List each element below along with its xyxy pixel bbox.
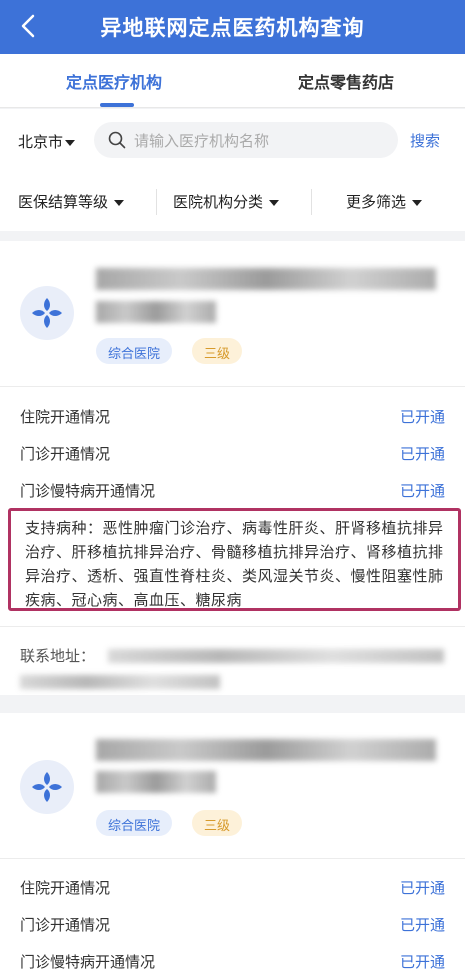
hospital-logo-icon xyxy=(20,760,74,814)
inpatient-status-value: 已开通 xyxy=(399,408,445,426)
inpatient-status-label: 住院开通情况 xyxy=(20,879,111,897)
filter-divider xyxy=(311,189,312,215)
search-icon xyxy=(108,131,126,149)
search-placeholder: 请输入医疗机构名称 xyxy=(134,132,270,150)
filter-settlement-level[interactable]: 医保结算等级 xyxy=(18,191,125,212)
institution-name-redacted xyxy=(96,739,436,761)
supported-diseases-highlight: 支持病种：恶性肿瘤门诊治疗、病毒性肝炎、肝肾移植抗排异治疗、肝移植抗排异治疗、骨… xyxy=(8,508,461,611)
filter-bar: 医保结算等级 医院机构分类 更多筛选 xyxy=(0,173,465,231)
address-redacted xyxy=(20,675,220,689)
institution-card[interactable]: 综合医院 三级 住院开通情况 已开通 门诊开通情况 已开通 门诊慢特病开通情况 … xyxy=(0,241,465,695)
app-header: 异地联网定点医药机构查询 xyxy=(0,0,465,54)
institution-name-redacted xyxy=(96,301,216,323)
tab-retail-pharmacies[interactable]: 定点零售药店 xyxy=(298,69,394,93)
address-redacted xyxy=(108,649,444,663)
card-divider xyxy=(0,626,465,627)
outpatient-status-label: 门诊开通情况 xyxy=(20,916,111,934)
page-title: 异地联网定点医药机构查询 xyxy=(100,15,365,40)
active-tab-indicator xyxy=(100,103,134,107)
hospital-type-tag: 综合医院 xyxy=(96,810,173,836)
caret-down-icon xyxy=(269,200,280,206)
hospital-type-tag: 综合医院 xyxy=(96,338,173,364)
filter-label: 医保结算等级 xyxy=(18,193,109,211)
chronic-disease-status-value: 已开通 xyxy=(399,953,445,971)
card-divider xyxy=(0,858,465,859)
outpatient-status-label: 门诊开通情况 xyxy=(20,445,111,463)
city-selector[interactable]: 北京市 xyxy=(18,131,76,152)
caret-down-icon xyxy=(65,140,76,146)
chronic-disease-status-value: 已开通 xyxy=(399,482,445,500)
outpatient-status-value: 已开通 xyxy=(399,916,445,934)
tab-bar: 定点医疗机构 定点零售药店 xyxy=(0,54,465,108)
search-bar: 北京市 请输入医疗机构名称 搜索 xyxy=(0,109,465,173)
filter-label: 更多筛选 xyxy=(346,193,407,211)
filter-more[interactable]: 更多筛选 xyxy=(346,191,423,212)
institution-card[interactable]: 综合医院 三级 住院开通情况 已开通 门诊开通情况 已开通 门诊慢特病开通情况 … xyxy=(0,713,465,979)
hospital-level-tag: 三级 xyxy=(192,338,243,364)
filter-hospital-category[interactable]: 医院机构分类 xyxy=(173,191,280,212)
search-input[interactable]: 请输入医疗机构名称 xyxy=(94,122,398,158)
supported-diseases-text: 支持病种：恶性肿瘤门诊治疗、病毒性肝炎、肝肾移植抗排异治疗、肝移植抗排异治疗、骨… xyxy=(25,519,444,609)
caret-down-icon xyxy=(412,200,423,206)
card-divider xyxy=(0,386,465,387)
chronic-disease-status-label: 门诊慢特病开通情况 xyxy=(20,953,156,971)
hospital-level-tag: 三级 xyxy=(192,810,243,836)
filter-label: 医院机构分类 xyxy=(173,193,264,211)
institution-name-redacted xyxy=(96,268,436,290)
address-label: 联系地址： xyxy=(20,647,96,665)
search-button[interactable]: 搜索 xyxy=(410,130,440,151)
caret-down-icon xyxy=(114,200,125,206)
tab-medical-institutions[interactable]: 定点医疗机构 xyxy=(66,69,162,93)
outpatient-status-value: 已开通 xyxy=(399,445,445,463)
city-label: 北京市 xyxy=(18,133,64,151)
institution-name-redacted xyxy=(96,771,216,793)
chronic-disease-status-label: 门诊慢特病开通情况 xyxy=(20,482,156,500)
hospital-logo-icon xyxy=(20,286,74,340)
inpatient-status-value: 已开通 xyxy=(399,879,445,897)
inpatient-status-label: 住院开通情况 xyxy=(20,408,111,426)
filter-divider xyxy=(156,189,157,215)
